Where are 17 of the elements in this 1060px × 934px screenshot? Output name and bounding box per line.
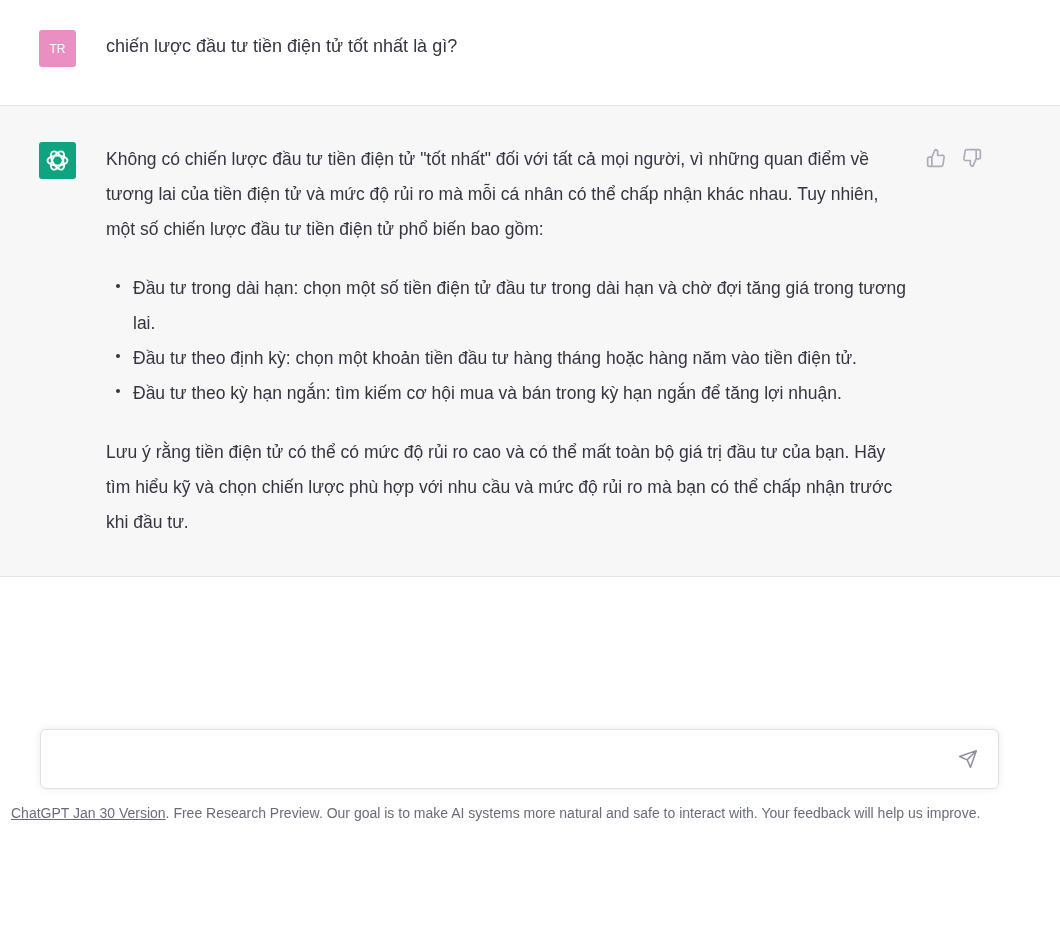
answer-list-item: Đầu tư theo kỳ hạn ngắn: tìm kiếm cơ hội mua và bán trong kỳ hạn ngắn để tăng lợi nhuận.: [133, 381, 842, 405]
bullet-dot: [116, 284, 120, 288]
answer-list-item: Đầu tư trong dài hạn: chọn một số tiền điện tử đầu tư trong dài hạn và chờ đợi tăng giá trong tương lai.: [133, 277, 906, 335]
answer-paragraph: Không có chiến lược đầu tư tiền điện tử "tốt nhất" đối với tất cả mọi người, vì những quan điểm về tương lai của tiền điện tử và mức độ rủi ro mà mỗi cá nhân có thể chấp nhận khác nhau. Tuy nhiên, một số chiến lược đầu tư tiền điện tử phổ biến bao gồm:: [106, 148, 880, 241]
user-message: chiến lược đầu tư tiền điện tử tốt nhất là gì?: [106, 35, 458, 58]
bullet-dot: [116, 389, 120, 393]
user-avatar: TR: [39, 30, 76, 67]
send-icon[interactable]: [958, 749, 978, 769]
footer-note: ChatGPT Jan 30 Version. Free Research Preview. Our goal is to make AI systems more natural and safe to interact with. Your feedback will help us improve.: [11, 805, 982, 821]
thumbs-up-icon[interactable]: [926, 148, 946, 168]
message-input[interactable]: [40, 729, 999, 789]
answer-paragraph: Lưu ý rằng tiền điện tử có thể có mức độ rủi ro cao và có thể mất toàn bộ giá trị đầu tư của bạn. Hãy tìm hiểu kỹ và chọn chiến lược phù hợp với nhu cầu và mức độ rủi ro mà bạn có thể chấp nhận trước khi đầu tư.: [106, 440, 894, 534]
logo-icon: [39, 142, 76, 179]
version-link[interactable]: ChatGPT Jan 30 Version: [11, 805, 166, 821]
answer-list-item: Đầu tư theo định kỳ: chọn một khoản tiền đầu tư hàng tháng hoặc hàng năm vào tiền điện tử.: [133, 347, 857, 370]
thumbs-down-icon[interactable]: [962, 148, 982, 168]
bullet-dot: [116, 354, 120, 358]
